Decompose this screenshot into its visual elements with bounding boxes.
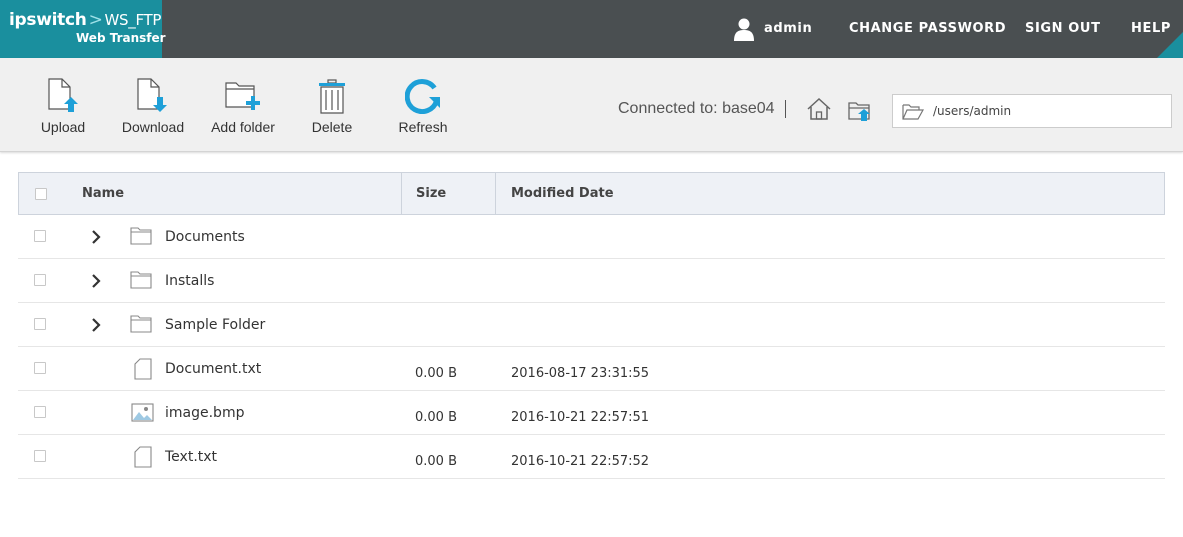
folder-icon [130,227,152,245]
username-label[interactable]: admin [764,0,812,58]
file-name[interactable]: Sample Folder [165,317,265,333]
file-name[interactable]: Text.txt [165,449,217,465]
refresh-icon [405,79,440,114]
top-bar: ipswitch > WS_FTP Web Transfer admin CHANG… [0,0,1183,58]
file-table: Name Size Modified Date Documents Instal… [18,172,1165,479]
add-folder-label: Add folder [211,119,275,135]
chevron-right-icon[interactable] [90,318,102,332]
row-checkbox[interactable] [34,406,46,418]
path-field[interactable] [892,94,1172,128]
connection-status: Connected to: base04 [618,100,775,117]
row-checkbox[interactable] [34,230,46,242]
file-modified: 2016-08-17 23:31:55 [511,366,650,381]
file-size: 0.00 B [415,454,457,469]
table-row[interactable]: Installs [18,259,1165,303]
change-password-link[interactable]: CHANGE PASSWORD [849,0,1006,58]
table-row[interactable]: Document.txt 0.00 B 2016-08-17 23:31:55 [18,347,1165,391]
logo-separator: > [88,10,103,30]
toolbar: Upload Download Add folder Delete Refres… [0,58,1183,152]
file-name[interactable]: image.bmp [165,405,244,421]
table-row[interactable]: image.bmp 0.00 B 2016-10-21 22:57:51 [18,391,1165,435]
logo-brand: ipswitch [9,10,87,30]
sign-out-link[interactable]: SIGN OUT [1025,0,1101,58]
folder-icon [130,315,152,333]
row-checkbox[interactable] [34,362,46,374]
column-header-size[interactable]: Size [416,173,446,214]
download-icon [137,78,167,112]
corner-accent [1157,32,1183,58]
chevron-right-icon[interactable] [90,274,102,288]
file-size: 0.00 B [415,366,457,381]
folder-icon [130,271,152,289]
table-row[interactable]: Documents [18,215,1165,259]
table-header: Name Size Modified Date [18,172,1165,215]
trash-icon [319,79,345,114]
download-label: Download [121,119,185,135]
file-modified: 2016-10-21 22:57:52 [511,454,650,469]
select-all-checkbox[interactable] [35,188,47,200]
add-folder-icon [225,82,260,110]
home-icon[interactable] [806,97,832,121]
logo-product: WS_FTP [104,11,162,29]
open-folder-icon [902,104,924,120]
table-row[interactable]: Sample Folder [18,303,1165,347]
chevron-right-icon[interactable] [90,230,102,244]
file-size: 0.00 B [415,410,457,425]
image-file-icon [131,403,154,422]
refresh-label: Refresh [398,119,448,135]
folder-up-icon[interactable] [847,98,873,122]
column-separator [401,173,402,214]
table-row[interactable]: Text.txt 0.00 B 2016-10-21 22:57:52 [18,435,1165,479]
download-button[interactable]: Download [118,58,188,152]
file-modified: 2016-10-21 22:57:51 [511,410,650,425]
file-icon [134,446,152,468]
upload-label: Upload [40,119,86,135]
file-name[interactable]: Documents [165,229,245,245]
row-checkbox[interactable] [34,450,46,462]
user-icon [734,18,754,41]
add-folder-button[interactable]: Add folder [205,58,281,152]
path-input[interactable] [933,101,1163,121]
file-icon [134,358,152,380]
row-checkbox[interactable] [34,318,46,330]
column-header-name[interactable]: Name [82,173,124,214]
file-name[interactable]: Installs [165,273,214,289]
divider [785,100,786,118]
refresh-button[interactable]: Refresh [388,58,458,152]
delete-button[interactable]: Delete [297,58,367,152]
logo-subtitle: Web Transfer [76,31,166,45]
upload-button[interactable]: Upload [28,58,98,152]
upload-icon [48,78,78,112]
column-separator [495,173,496,214]
row-checkbox[interactable] [34,274,46,286]
column-header-modified[interactable]: Modified Date [511,173,614,214]
ipswitch-logo[interactable]: ipswitch > WS_FTP Web Transfer [0,0,166,58]
file-name[interactable]: Document.txt [165,361,261,377]
delete-label: Delete [311,119,353,135]
